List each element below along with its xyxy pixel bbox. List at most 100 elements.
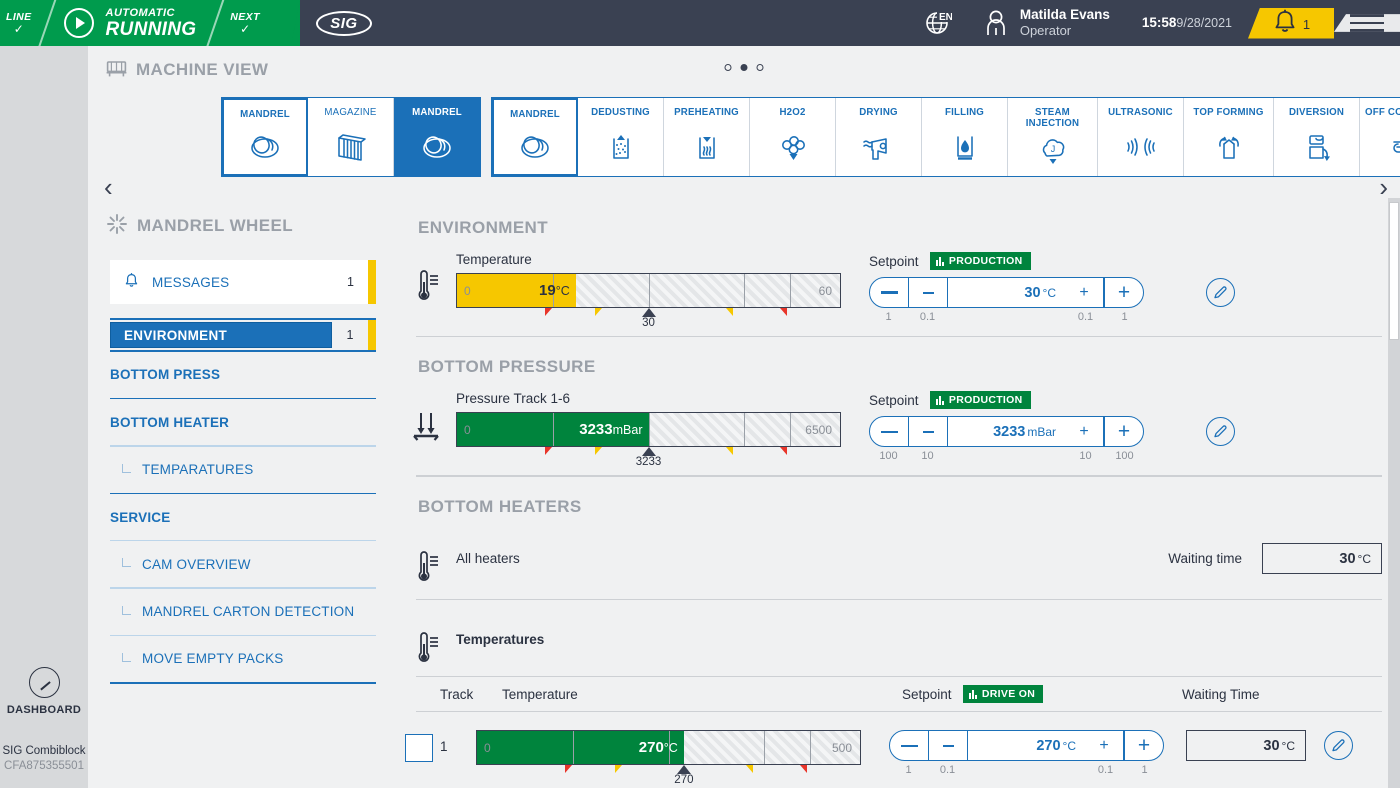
row-setpoint-stepper: 270°C++ [889, 730, 1164, 761]
sidebar-item-bottom-heater[interactable]: BOTTOM HEATER [110, 399, 376, 445]
environment-setpoint-value[interactable]: 30°C [948, 278, 1065, 307]
machine-status-block: LINE ✓ AUTOMATIC RUNNING NEXT ✓ [0, 0, 300, 46]
bottom-pressure-edit-button[interactable] [1206, 417, 1235, 446]
tab-preheating[interactable]: PREHEATING [664, 98, 750, 176]
gauge-max-label: 60 [819, 284, 832, 298]
tab-h2o2[interactable]: H2O2 [750, 98, 836, 176]
preheating-icon [687, 118, 727, 176]
run-mode[interactable]: AUTOMATIC RUNNING [56, 0, 211, 46]
station-menu: MANDREL WHEEL MESSAGES 1 ENVIRONMENT 1 B… [88, 198, 398, 788]
sidebar-item-bottom-press[interactable]: BOTTOM PRESS [110, 352, 376, 398]
sidebar-item-service[interactable]: SERVICE [110, 494, 376, 540]
bottom-pressure-setpoint-minus-coarse[interactable] [870, 417, 909, 446]
row-setpoint-plus-fine[interactable]: + [1085, 731, 1124, 760]
gauge-max-label: 500 [832, 741, 852, 755]
sidebar-item-environment[interactable]: ENVIRONMENT 1 [110, 320, 376, 350]
gauge-limit-marker-ylR [726, 308, 733, 316]
environment-setpoint-minus-coarse[interactable] [870, 278, 909, 307]
row-setpoint-plus-coarse[interactable]: + [1124, 731, 1163, 760]
all-heaters-waiting-input[interactable]: 30°C [1262, 543, 1382, 574]
line-check-icon: ✓ [14, 23, 24, 35]
row-setpoint-minus-fine[interactable] [929, 731, 968, 760]
bottom-pressure-setpoint-value-number: 3233 [993, 424, 1025, 440]
step-unit-3: 1 [1125, 764, 1164, 776]
row-setpoint-minus-coarse[interactable] [890, 731, 929, 760]
tab-group-1: MANDRELMAGAZINEMANDREL [221, 97, 481, 177]
gauge-value-unit: °C [556, 284, 570, 298]
sidebar-item-messages-label: MESSAGES [152, 275, 347, 290]
content-scrollbar-thumb[interactable] [1389, 202, 1399, 340]
station-menu-title: MANDREL WHEEL [137, 216, 293, 236]
carousel-pager[interactable] [725, 64, 764, 71]
sidebar-item-mandrel-carton-detection[interactable]: MANDREL CARTON DETECTION [110, 589, 376, 635]
hamburger-line-2 [1350, 22, 1384, 25]
tree-corner-icon [122, 653, 131, 662]
sidebar-item-move-empty-packs[interactable]: MOVE EMPTY PACKS [110, 636, 376, 682]
all-heaters-waiting-label: Waiting time [1168, 551, 1242, 566]
machine-identity: SIG Combiblock CFA875355501 [0, 744, 88, 774]
sidebar-item-temparatures[interactable]: TEMPARATURES [110, 447, 376, 493]
row-waiting-cell: 30°C [1186, 722, 1306, 761]
user-button[interactable]: Matilda Evans Operator [968, 7, 1126, 39]
tab-mandrel[interactable]: MANDREL [222, 98, 308, 176]
tab-drying[interactable]: DRYING [836, 98, 922, 176]
menu-button[interactable] [1334, 14, 1400, 32]
carousel-dot-2[interactable] [757, 64, 764, 71]
row-setpoint-cell: 270°C++10.10.11 [889, 722, 1164, 776]
globe-icon: EN [924, 9, 952, 37]
tree-corner-icon [122, 464, 131, 473]
col-waiting-time: Waiting Time [1182, 687, 1260, 702]
carousel-next-icon[interactable]: › [1379, 174, 1388, 200]
sidebar-item-messages[interactable]: MESSAGES 1 [110, 260, 376, 304]
gauge-limit-marker-ylL [595, 308, 602, 316]
carousel-dot-0[interactable] [725, 64, 732, 71]
row-setpoint-value[interactable]: 270°C [968, 731, 1085, 760]
tab-label: MANDREL [240, 109, 290, 120]
mandrel-icon [515, 120, 555, 174]
tab-diversion[interactable]: DIVERSION [1274, 98, 1360, 176]
environment-setpoint-value-unit: °C [1043, 286, 1056, 300]
tab-dedusting[interactable]: DEDUSTING [578, 98, 664, 176]
sidebar-item-environment-count: 1 [332, 328, 368, 342]
divider-slash [42, 0, 56, 46]
environment-setpoint-plus-coarse[interactable]: + [1104, 278, 1143, 307]
alarm-button[interactable]: 1 [1248, 8, 1334, 39]
environment-setpoint-plus-fine[interactable]: + [1065, 278, 1104, 307]
sidebar-item-messages-count: 1 [347, 275, 354, 289]
tree-corner-icon [122, 558, 131, 567]
tab-steam-injection[interactable]: STEAMINJECTIONJ [1008, 98, 1098, 176]
green-edge [270, 0, 300, 46]
bottom-pressure-setpoint-value-unit: mBar [1027, 425, 1056, 439]
bottom-pressure-setpoint-plus-fine[interactable]: + [1065, 417, 1104, 446]
sidebar-item-label: CAM OVERVIEW [142, 557, 251, 572]
machine-name: SIG Combiblock [0, 744, 88, 759]
dashboard-button[interactable]: DASHBOARD [0, 667, 88, 716]
bottom-pressure-setpoint-value[interactable]: 3233mBar [948, 417, 1065, 446]
tab-mandrel[interactable]: MANDREL [394, 98, 480, 176]
environment-setpoint-step-units: 10.10.11 [869, 311, 1144, 323]
row-edit-button[interactable] [1324, 731, 1353, 760]
drive-state-badge-label: DRIVE ON [982, 688, 1035, 700]
tab-ultrasonic[interactable]: ULTRASONIC [1098, 98, 1184, 176]
row-waiting-input[interactable]: 30°C [1186, 730, 1306, 761]
carousel-dot-1[interactable] [741, 64, 748, 71]
table-row: 10500270°C270270°C++10.10.1130°C [398, 712, 1400, 783]
bottom-pressure-setpoint-minus-fine[interactable] [909, 417, 948, 446]
carousel-prev-icon[interactable]: ‹ [104, 174, 113, 200]
language-button[interactable]: EN [908, 9, 968, 37]
bottom-pressure-setpoint-plus-coarse[interactable]: + [1104, 417, 1143, 446]
tab-magazine[interactable]: MAGAZINE [308, 98, 394, 176]
row-checkbox[interactable] [405, 734, 433, 762]
tab-top-forming[interactable]: TOP FORMING [1184, 98, 1274, 176]
environment-edit-button[interactable] [1206, 278, 1235, 307]
environment-setpoint-minus-fine[interactable] [909, 278, 948, 307]
sidebar-item-cam-overview[interactable]: CAM OVERVIEW [110, 541, 376, 587]
tab-off-conveyor[interactable]: OFF CONVEYOR [1360, 98, 1400, 176]
tab-mandrel[interactable]: MANDREL [492, 98, 578, 176]
bars-icon [969, 690, 977, 699]
pencil-icon [1213, 424, 1228, 439]
bars-icon [936, 257, 944, 266]
line-status: LINE ✓ [0, 0, 42, 46]
bottom-pressure-gauge-block: Pressure Track 1-6 065003233mBar3233 [456, 391, 841, 465]
tab-filling[interactable]: FILLING [922, 98, 1008, 176]
